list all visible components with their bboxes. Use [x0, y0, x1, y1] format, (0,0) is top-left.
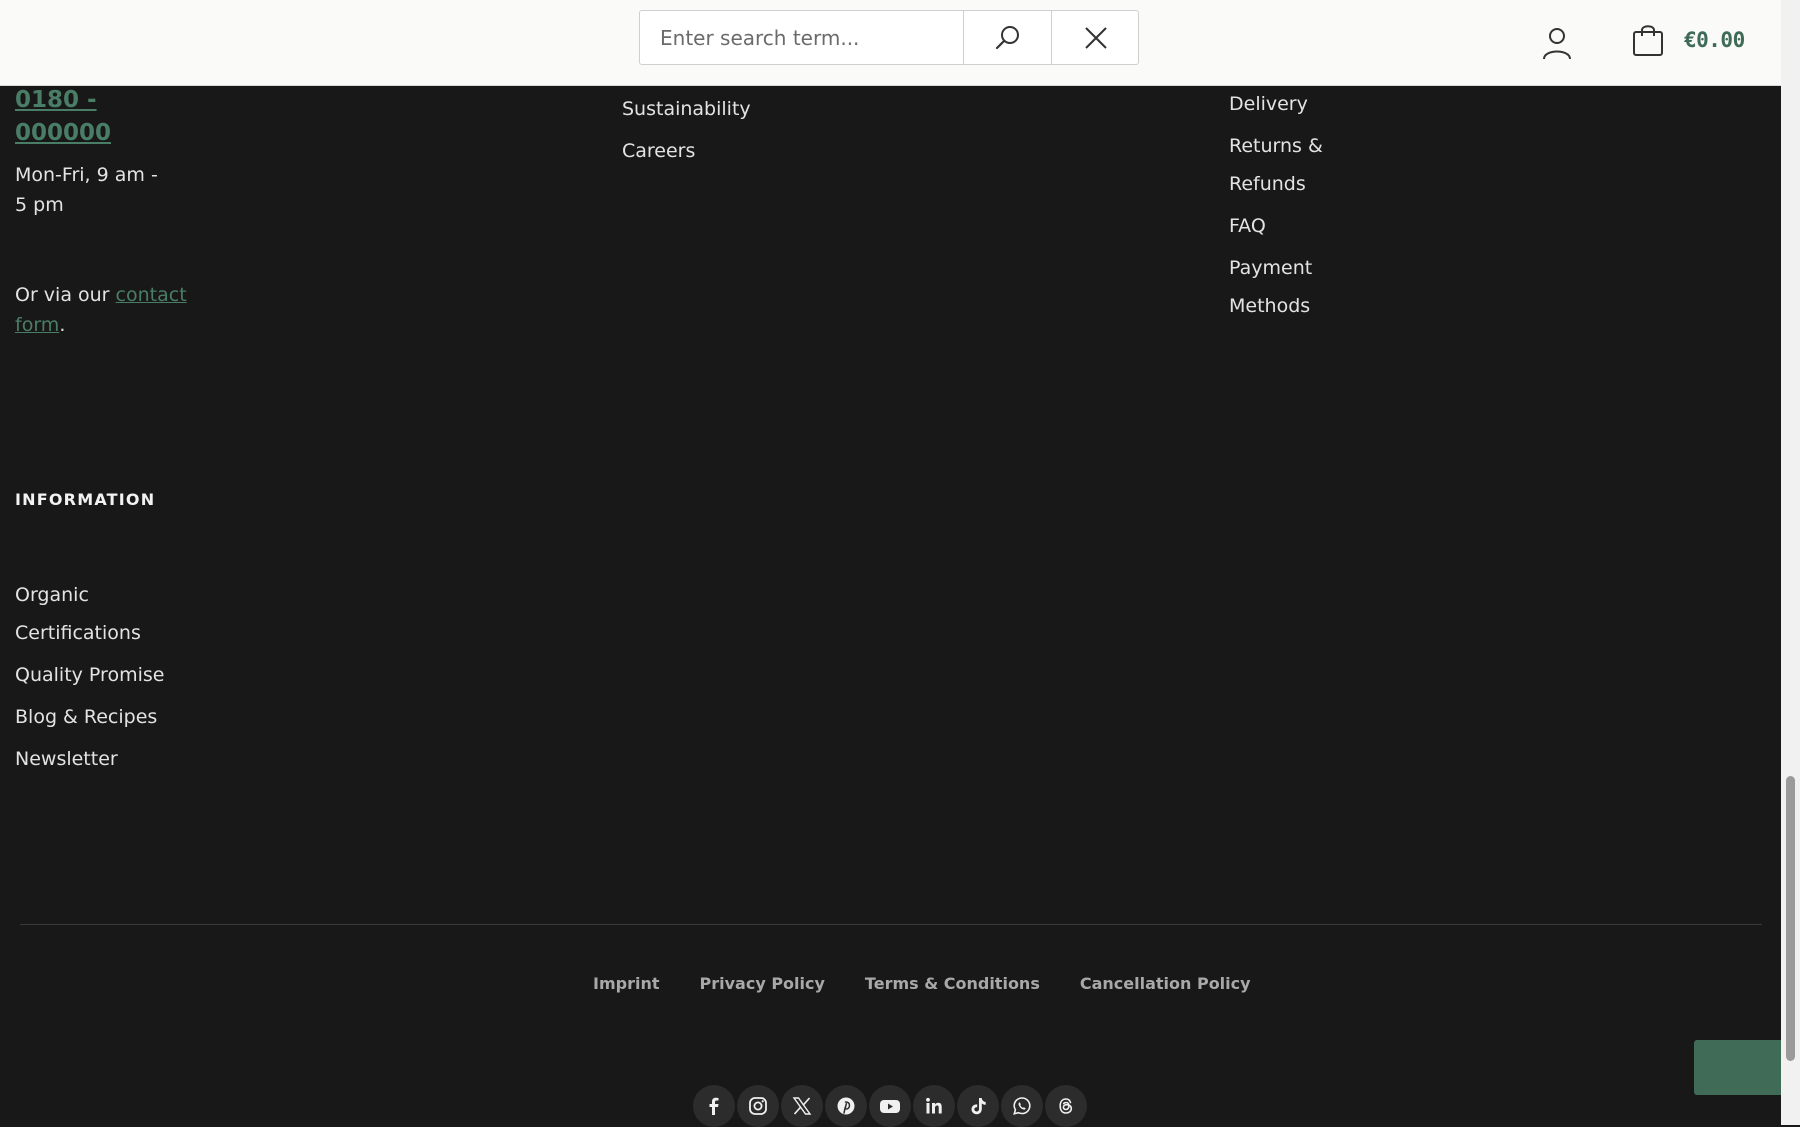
legal-link-privacy[interactable]: Privacy Policy — [700, 974, 825, 993]
account-button[interactable] — [1541, 25, 1573, 61]
back-to-top-button[interactable] — [1694, 1040, 1786, 1095]
pinterest-link[interactable] — [825, 1085, 867, 1127]
instagram-link[interactable] — [737, 1085, 779, 1127]
service-links: Delivery Returns & Refunds FAQ Payment M… — [1229, 85, 1339, 329]
whatsapp-icon — [1013, 1097, 1031, 1115]
linkedin-icon — [926, 1097, 942, 1114]
tiktok-icon — [971, 1098, 986, 1115]
footer-link-quality-promise[interactable]: Quality Promise — [15, 656, 170, 694]
facebook-link[interactable] — [693, 1085, 735, 1127]
footer-link-organic-certifications[interactable]: Organic Certifications — [15, 576, 170, 652]
social-links — [693, 1085, 1089, 1127]
information-heading: INFORMATION — [15, 490, 156, 509]
site-header: €0.00 — [0, 0, 1781, 86]
tiktok-link[interactable] — [957, 1085, 999, 1127]
footer-link-newsletter[interactable]: Newsletter — [15, 740, 170, 778]
x-link[interactable] — [781, 1085, 823, 1127]
company-links: Sustainability Careers — [622, 90, 842, 174]
footer-link-careers[interactable]: Careers — [622, 132, 842, 170]
threads-icon — [1059, 1098, 1073, 1114]
scrollbar[interactable] — [1781, 0, 1800, 1125]
shopping-bag-icon — [1633, 25, 1663, 56]
close-icon — [1084, 26, 1107, 49]
search-input[interactable] — [640, 11, 963, 64]
user-icon — [1543, 28, 1571, 60]
phone-link[interactable]: 0180 - 000000 — [15, 84, 135, 150]
x-icon — [792, 1097, 812, 1115]
instagram-icon — [749, 1097, 767, 1115]
footer-link-blog-recipes[interactable]: Blog & Recipes — [15, 698, 170, 736]
footer-link-payment[interactable]: Payment Methods — [1229, 249, 1339, 325]
information-links: Organic Certifications Quality Promise B… — [15, 576, 170, 782]
contact-note-text: Or via our — [15, 284, 110, 306]
threads-link[interactable] — [1045, 1085, 1087, 1127]
linkedin-link[interactable] — [913, 1085, 955, 1127]
search-button[interactable] — [963, 11, 1051, 64]
opening-hours: Mon-Fri, 9 am - 5 pm — [15, 164, 158, 216]
footer-link-returns[interactable]: Returns & Refunds — [1229, 127, 1339, 203]
whatsapp-link[interactable] — [1001, 1085, 1043, 1127]
pinterest-icon — [837, 1097, 855, 1115]
youtube-link[interactable] — [869, 1085, 911, 1127]
youtube-icon — [880, 1100, 900, 1113]
scrollbar-thumb[interactable] — [1786, 776, 1795, 1061]
legal-links: Imprint Privacy Policy Terms & Condition… — [593, 974, 1251, 993]
footer-link-faq[interactable]: FAQ — [1229, 207, 1339, 245]
legal-link-imprint[interactable]: Imprint — [593, 974, 660, 993]
footer-divider — [20, 924, 1762, 925]
facebook-icon — [709, 1097, 719, 1115]
search-icon — [995, 25, 1019, 49]
footer-link-sustainability[interactable]: Sustainability — [622, 90, 842, 128]
legal-link-cancellation[interactable]: Cancellation Policy — [1080, 974, 1251, 993]
cart-button[interactable]: €0.00 — [1632, 20, 1745, 60]
contact-note-period: . — [59, 314, 66, 336]
legal-link-terms[interactable]: Terms & Conditions — [865, 974, 1040, 993]
search-bar — [639, 10, 1139, 65]
close-search-button[interactable] — [1051, 11, 1139, 64]
contact-note: Or via our contact form. — [15, 280, 195, 340]
footer-link-delivery[interactable]: Delivery — [1229, 85, 1339, 123]
cart-total: €0.00 — [1684, 28, 1745, 52]
